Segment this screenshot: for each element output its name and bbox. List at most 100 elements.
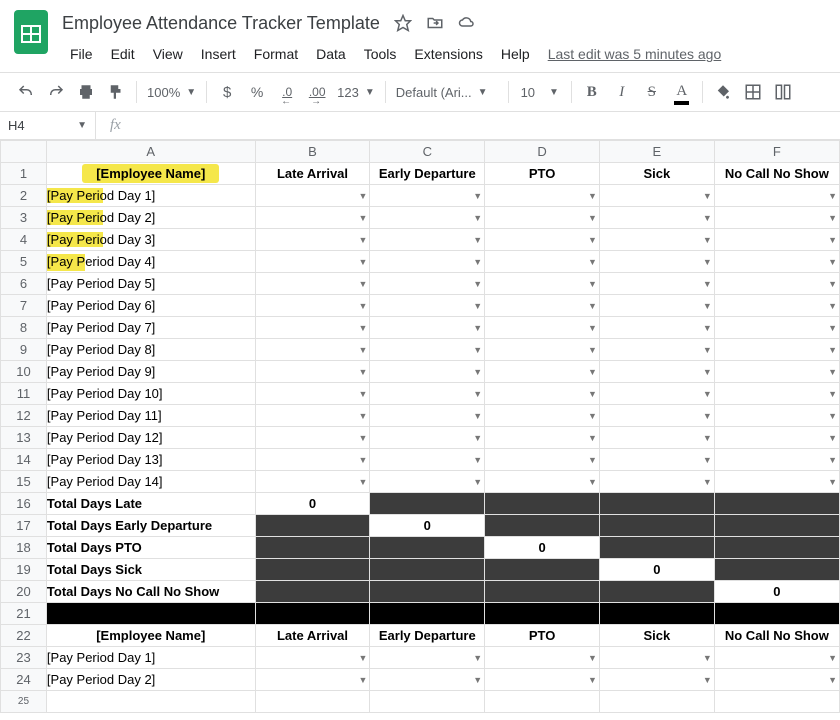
data-cell[interactable]: ▼ — [255, 295, 370, 317]
row-header[interactable]: 17 — [1, 515, 47, 537]
data-cell[interactable]: ▼ — [255, 185, 370, 207]
dropdown-icon[interactable]: ▼ — [703, 345, 712, 355]
italic-button[interactable]: I — [608, 78, 636, 106]
total-value[interactable]: 0 — [714, 581, 839, 603]
day-label[interactable]: [Pay Period Day 14] — [46, 471, 255, 493]
bold-button[interactable]: B — [578, 78, 606, 106]
data-cell[interactable]: ▼ — [599, 471, 714, 493]
col-header-C[interactable]: C — [370, 141, 485, 163]
dropdown-icon[interactable]: ▼ — [703, 433, 712, 443]
day-label[interactable]: [Pay Period Day 8] — [46, 339, 255, 361]
data-cell[interactable]: ▼ — [714, 471, 839, 493]
header-cell[interactable]: PTO — [485, 163, 600, 185]
dropdown-icon[interactable]: ▼ — [358, 279, 367, 289]
print-button[interactable] — [72, 78, 100, 106]
header-cell[interactable]: Early Departure — [370, 625, 485, 647]
header-cell[interactable]: Sick — [599, 625, 714, 647]
day-label[interactable]: [Pay Period Day 2] — [46, 669, 255, 691]
row-header[interactable]: 25 — [1, 691, 47, 713]
dropdown-icon[interactable]: ▼ — [703, 301, 712, 311]
total-label[interactable]: Total Days Early Departure — [46, 515, 255, 537]
menu-tools[interactable]: Tools — [356, 42, 405, 66]
col-header-E[interactable]: E — [599, 141, 714, 163]
dropdown-icon[interactable]: ▼ — [473, 653, 482, 663]
data-cell[interactable]: ▼ — [599, 251, 714, 273]
menu-format[interactable]: Format — [246, 42, 306, 66]
dropdown-icon[interactable]: ▼ — [358, 323, 367, 333]
data-cell[interactable]: ▼ — [370, 427, 485, 449]
data-cell[interactable]: ▼ — [599, 295, 714, 317]
day-label[interactable]: [Pay Period Day 9] — [46, 361, 255, 383]
percent-button[interactable]: % — [243, 78, 271, 106]
row-header[interactable]: 19 — [1, 559, 47, 581]
dropdown-icon[interactable]: ▼ — [588, 433, 597, 443]
row-header[interactable]: 12 — [1, 405, 47, 427]
corner-cell[interactable] — [1, 141, 47, 163]
dropdown-icon[interactable]: ▼ — [828, 411, 837, 421]
total-label[interactable]: Total Days PTO — [46, 537, 255, 559]
dropdown-icon[interactable]: ▼ — [473, 433, 482, 443]
header-cell[interactable]: Late Arrival — [255, 163, 370, 185]
data-cell[interactable]: ▼ — [370, 361, 485, 383]
dropdown-icon[interactable]: ▼ — [828, 323, 837, 333]
row-header[interactable]: 24 — [1, 669, 47, 691]
data-cell[interactable]: ▼ — [485, 471, 600, 493]
col-header-B[interactable]: B — [255, 141, 370, 163]
total-label[interactable]: Total Days No Call No Show — [46, 581, 255, 603]
day-label[interactable]: [Pay Period Day 11] — [46, 405, 255, 427]
data-cell[interactable]: ▼ — [599, 669, 714, 691]
dropdown-icon[interactable]: ▼ — [473, 235, 482, 245]
data-cell[interactable]: ▼ — [370, 647, 485, 669]
paint-format-button[interactable] — [102, 78, 130, 106]
dropdown-icon[interactable]: ▼ — [703, 411, 712, 421]
row-header[interactable]: 1 — [1, 163, 47, 185]
data-cell[interactable]: ▼ — [370, 383, 485, 405]
name-box[interactable]: H4 ▼ — [0, 112, 96, 139]
data-cell[interactable] — [485, 691, 600, 713]
data-cell[interactable]: ▼ — [255, 449, 370, 471]
dropdown-icon[interactable]: ▼ — [358, 389, 367, 399]
data-cell[interactable]: ▼ — [714, 317, 839, 339]
dropdown-icon[interactable]: ▼ — [828, 301, 837, 311]
data-cell[interactable]: ▼ — [255, 273, 370, 295]
last-edit-link[interactable]: Last edit was 5 minutes ago — [548, 46, 722, 62]
dropdown-icon[interactable]: ▼ — [588, 323, 597, 333]
data-cell[interactable]: ▼ — [599, 405, 714, 427]
data-cell[interactable]: ▼ — [599, 207, 714, 229]
day-label[interactable]: [Pay Period Day 5] — [46, 273, 255, 295]
data-cell[interactable]: ▼ — [714, 251, 839, 273]
strike-button[interactable]: S — [638, 78, 666, 106]
menu-view[interactable]: View — [145, 42, 191, 66]
dropdown-icon[interactable]: ▼ — [588, 279, 597, 289]
data-cell[interactable]: ▼ — [370, 185, 485, 207]
dropdown-icon[interactable]: ▼ — [473, 389, 482, 399]
day-label[interactable]: [Pay Period Day 13] — [46, 449, 255, 471]
row-header[interactable]: 5 — [1, 251, 47, 273]
data-cell[interactable]: ▼ — [714, 669, 839, 691]
day-label[interactable]: [Pay Period Day 12] — [46, 427, 255, 449]
data-cell[interactable]: ▼ — [714, 647, 839, 669]
dropdown-icon[interactable]: ▼ — [358, 345, 367, 355]
day-label[interactable]: [Pay Period Day 1] — [46, 185, 255, 207]
dropdown-icon[interactable]: ▼ — [703, 213, 712, 223]
font-size-select[interactable]: 10▼ — [515, 78, 565, 106]
total-value[interactable]: 0 — [370, 515, 485, 537]
data-cell[interactable]: ▼ — [599, 361, 714, 383]
row-header[interactable]: 16 — [1, 493, 47, 515]
data-cell[interactable]: ▼ — [714, 405, 839, 427]
dropdown-icon[interactable]: ▼ — [358, 257, 367, 267]
menu-edit[interactable]: Edit — [103, 42, 143, 66]
dropdown-icon[interactable]: ▼ — [828, 653, 837, 663]
row-header[interactable]: 10 — [1, 361, 47, 383]
dropdown-icon[interactable]: ▼ — [703, 653, 712, 663]
data-cell[interactable]: ▼ — [485, 647, 600, 669]
data-cell[interactable]: ▼ — [370, 449, 485, 471]
data-cell[interactable]: ▼ — [485, 669, 600, 691]
data-cell[interactable] — [370, 691, 485, 713]
day-label[interactable]: [Pay Period Day 3] — [46, 229, 255, 251]
row-header[interactable]: 18 — [1, 537, 47, 559]
total-label[interactable]: Total Days Sick — [46, 559, 255, 581]
dropdown-icon[interactable]: ▼ — [588, 213, 597, 223]
row-header[interactable]: 22 — [1, 625, 47, 647]
header-cell[interactable]: Early Departure — [370, 163, 485, 185]
